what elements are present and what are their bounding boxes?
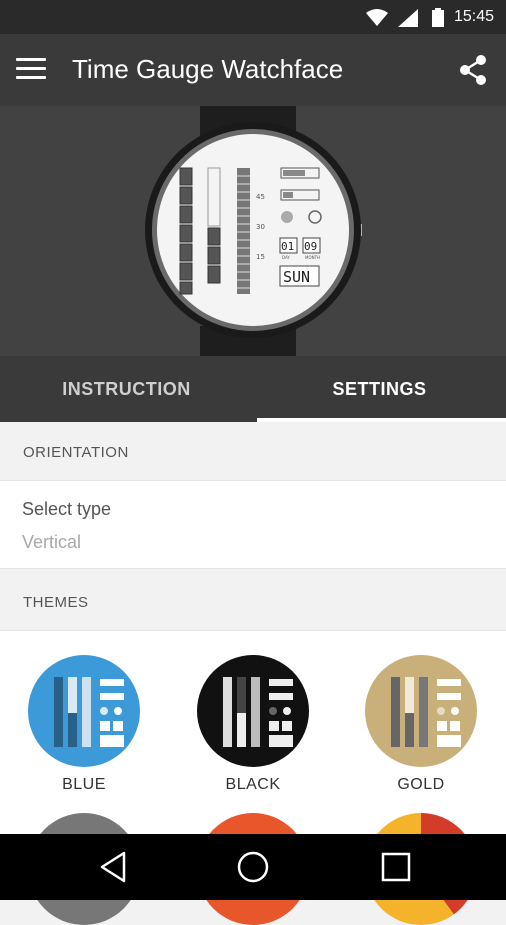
themes-grid: BLUE BLACK GOLD — [0, 630, 506, 925]
recents-icon[interactable] — [380, 850, 412, 884]
tab-instruction[interactable]: INSTRUCTION — [0, 356, 253, 422]
signal-icon — [398, 9, 418, 27]
svg-text:45: 45 — [256, 193, 265, 201]
setting-label: Select type — [22, 499, 112, 519]
theme-name: BLACK — [225, 776, 281, 793]
svg-text:01: 01 — [281, 240, 294, 253]
tab-settings[interactable]: SETTINGS — [253, 356, 506, 422]
theme-name: GOLD — [397, 776, 445, 793]
svg-text:DAY: DAY — [282, 255, 290, 260]
clock-time: 15:45 — [453, 8, 494, 25]
section-title: ORIENTATION — [23, 444, 129, 461]
svg-text:09: 09 — [304, 240, 317, 253]
svg-text:30: 30 — [256, 223, 265, 231]
tab-indicator — [257, 418, 506, 422]
status-bar: 15:45 — [0, 0, 506, 34]
svg-text:15: 15 — [256, 253, 265, 261]
wifi-icon — [366, 9, 388, 26]
theme-preview — [365, 655, 477, 767]
theme-name: BLUE — [62, 776, 106, 793]
back-icon[interactable] — [96, 850, 130, 884]
theme-preview — [197, 655, 309, 767]
share-icon[interactable] — [458, 54, 488, 86]
orientation-setting[interactable]: Select type Vertical — [0, 480, 506, 569]
battery-icon — [432, 8, 444, 27]
hamburger-menu-icon[interactable] — [16, 58, 46, 82]
theme-gold[interactable]: GOLD — [365, 655, 477, 794]
svg-text:MONTH: MONTH — [305, 255, 320, 260]
setting-value: Vertical — [22, 532, 82, 552]
app-title: Time Gauge Watchface — [72, 54, 344, 84]
tab-bar: INSTRUCTION SETTINGS — [0, 356, 506, 422]
theme-black[interactable]: BLACK — [197, 655, 309, 794]
section-title: THEMES — [23, 594, 89, 611]
system-nav-bar — [0, 834, 506, 900]
watch-face-image: 45 30 15 01 09 DAY MONTH SUN — [145, 106, 362, 356]
svg-text:SUN: SUN — [283, 268, 310, 286]
home-icon[interactable] — [236, 850, 270, 884]
theme-preview — [28, 655, 140, 767]
app-bar: Time Gauge Watchface — [0, 34, 506, 106]
watch-preview: 45 30 15 01 09 DAY MONTH SUN — [0, 106, 506, 356]
theme-blue[interactable]: BLUE — [28, 655, 140, 794]
